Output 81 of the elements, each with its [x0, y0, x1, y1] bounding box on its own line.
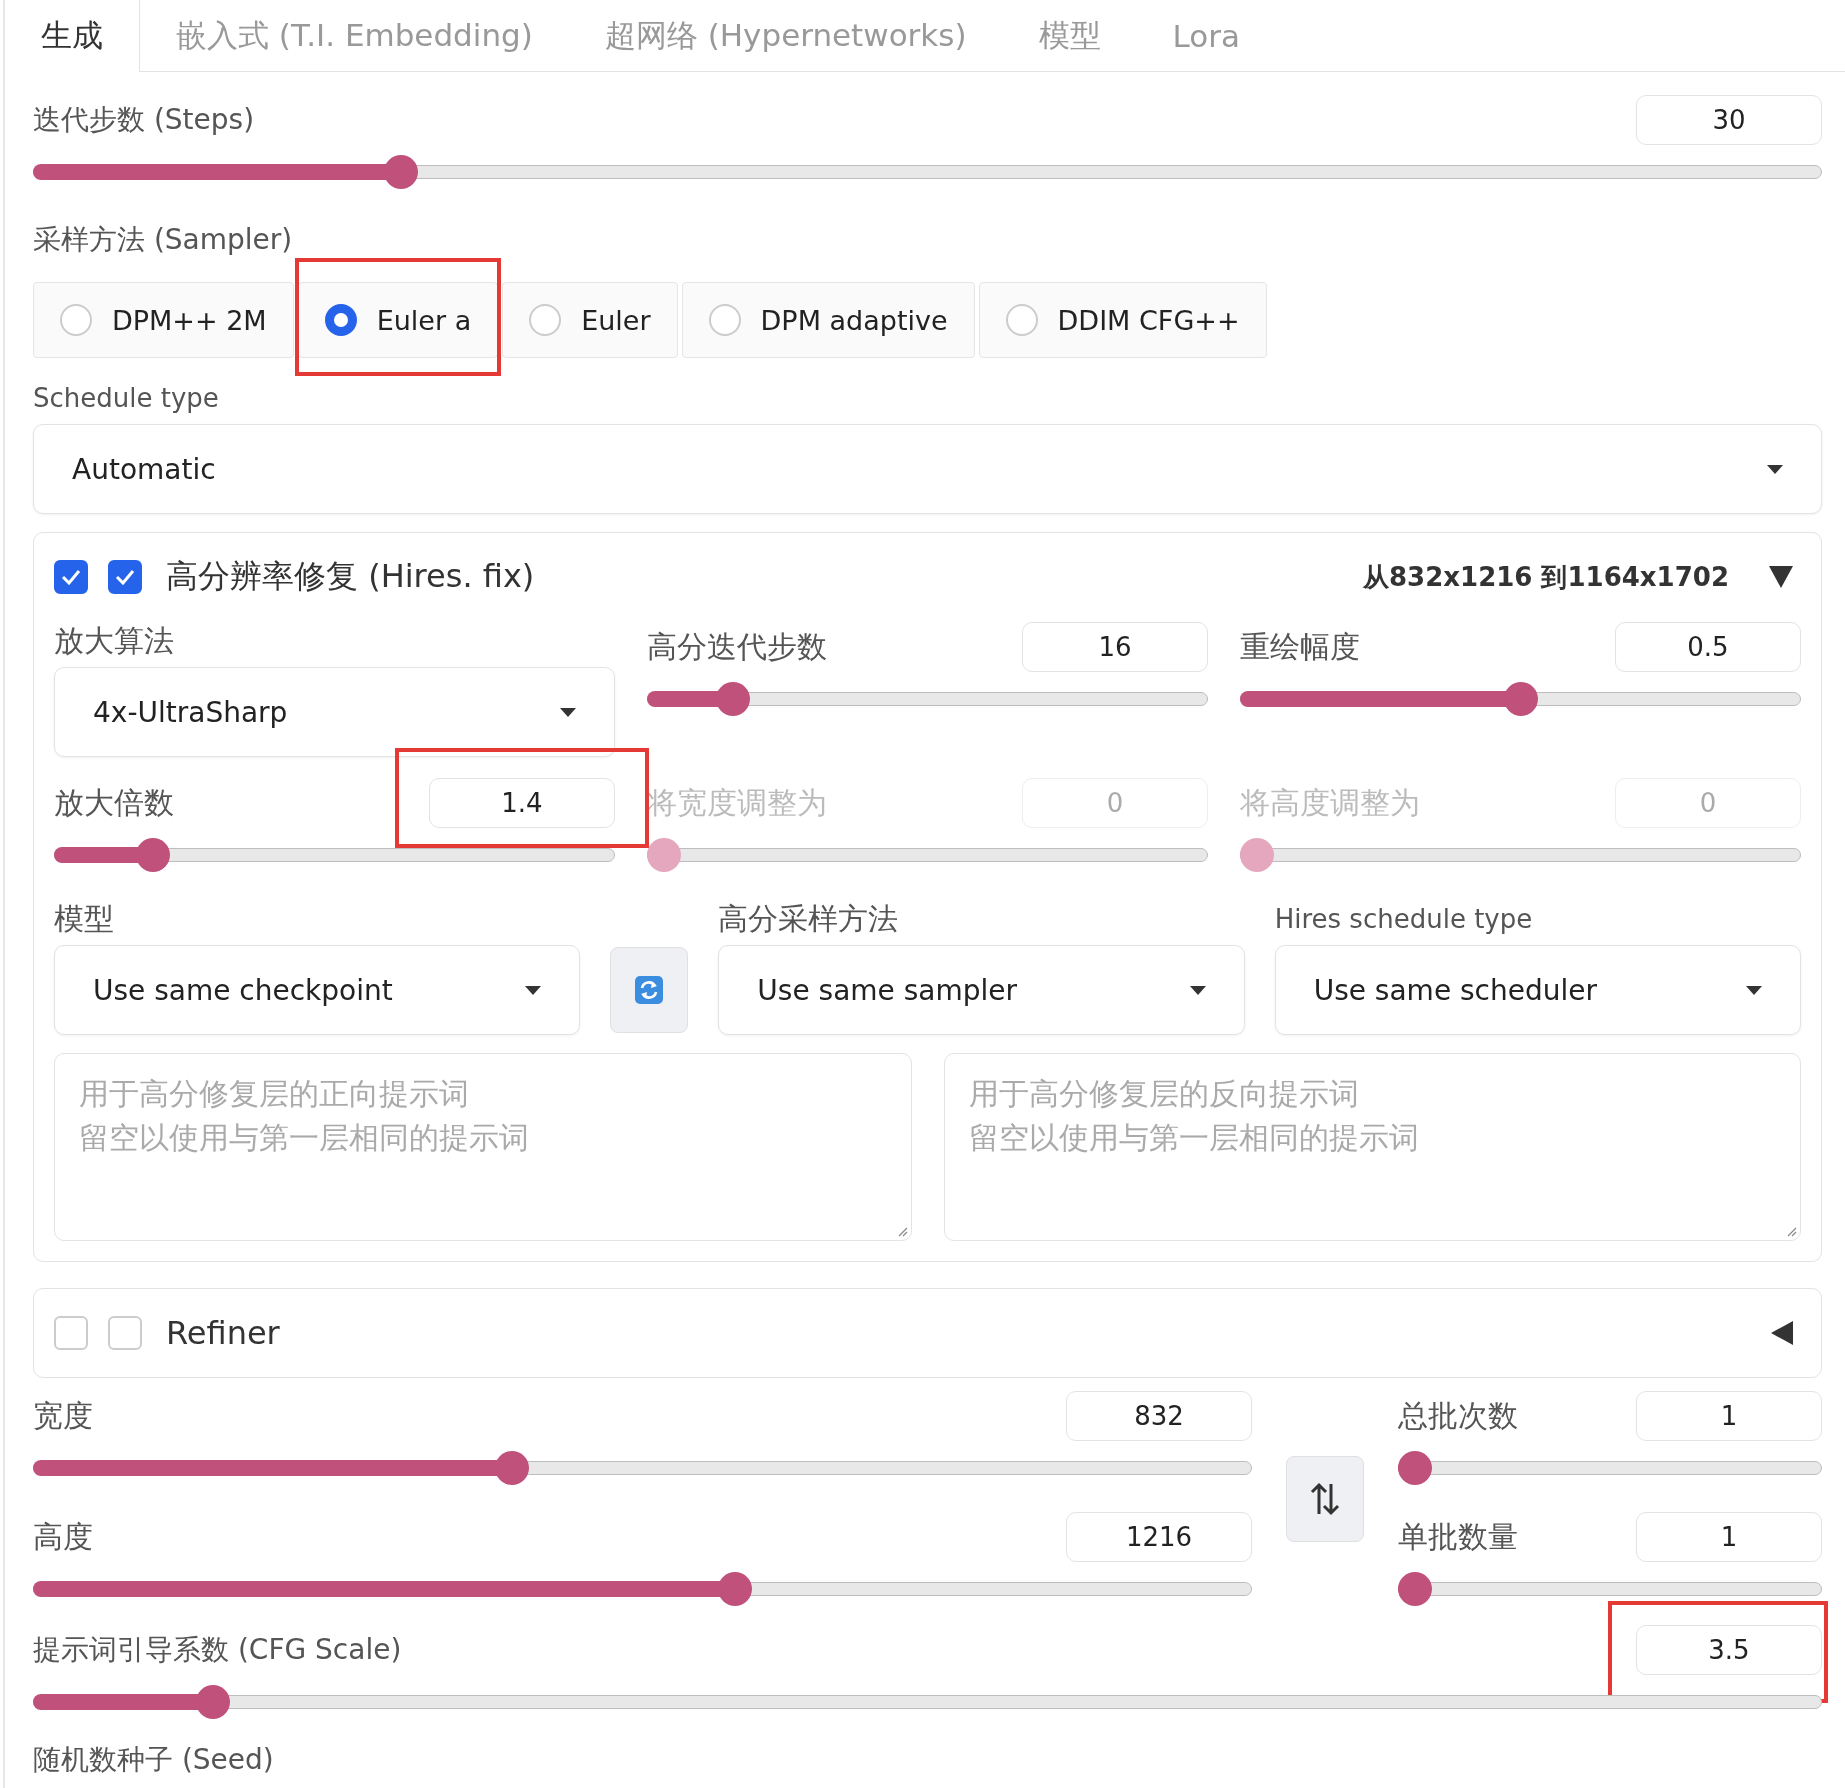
caret-down-icon	[1189, 985, 1206, 995]
number-input[interactable]: 832	[1066, 1391, 1252, 1441]
dropdown[interactable]: Use same sampler	[718, 945, 1245, 1035]
resolution-summary: 从832x1216 到1164x1702	[1361, 560, 1729, 594]
resize-grip-icon[interactable]	[897, 1227, 908, 1237]
slider[interactable]	[33, 1450, 1252, 1486]
slider-handle[interactable]	[196, 1685, 231, 1719]
slider-handle[interactable]	[384, 155, 418, 189]
field-label: Hires schedule type	[1274, 903, 1534, 936]
placeholder-text: 留空以使用与第一层相同的提示词	[79, 1119, 529, 1157]
slider-handle[interactable]	[495, 1451, 530, 1485]
slider-handle[interactable]	[1503, 682, 1538, 716]
checkbox[interactable]	[108, 560, 142, 594]
field-label: 模型	[54, 900, 115, 938]
number-input[interactable]: 16	[1022, 622, 1208, 672]
refresh-icon	[634, 975, 665, 1005]
slider-handle[interactable]	[135, 838, 170, 872]
field-label: 总批次数	[1398, 1397, 1518, 1435]
number-input[interactable]: 1	[1636, 1391, 1822, 1441]
caret-down-icon	[560, 707, 576, 717]
number-input[interactable]: 1	[1636, 1512, 1822, 1562]
swap-dimensions-button[interactable]	[1286, 1455, 1364, 1542]
placeholder-text: 留空以使用与第一层相同的提示词	[968, 1119, 1419, 1157]
slider[interactable]	[1240, 681, 1801, 717]
caret-left-icon[interactable]	[1771, 1321, 1793, 1345]
number-input[interactable]: 1216	[1066, 1512, 1252, 1562]
field-label: 将宽度调整为	[647, 784, 827, 822]
number-input[interactable]: 0.5	[1615, 622, 1801, 672]
dropdown[interactable]: Use same scheduler	[1274, 945, 1801, 1035]
slider[interactable]	[647, 837, 1208, 873]
number-input[interactable]: 1.4	[429, 778, 615, 828]
section-title: 高分辨率修复 (Hires. fix)	[166, 556, 535, 597]
slider-handle[interactable]	[1398, 1451, 1432, 1485]
dropdown[interactable]: 4x-UltraSharp	[54, 667, 615, 757]
slider-handle[interactable]	[717, 1572, 752, 1606]
slider[interactable]	[1240, 837, 1801, 873]
checkmark-icon	[115, 569, 135, 585]
caret-down-icon	[1746, 985, 1762, 995]
field-label: 宽度	[33, 1397, 93, 1435]
caret-down-icon[interactable]	[1769, 566, 1793, 588]
radio-option[interactable]: DPM adaptive	[681, 282, 975, 358]
field-label: 放大倍数	[54, 784, 174, 822]
resize-grip-icon[interactable]	[1787, 1227, 1797, 1237]
field-label: 单批数量	[1398, 1518, 1518, 1556]
slider[interactable]	[33, 1684, 1822, 1720]
caret-down-icon	[1767, 464, 1783, 474]
field-label: Schedule type	[33, 382, 220, 415]
placeholder-text: 用于高分修复层的反向提示词	[968, 1075, 1359, 1113]
field-label: 放大算法	[54, 623, 174, 658]
slider[interactable]	[1398, 1571, 1822, 1607]
field-label: 采样方法 (Sampler)	[33, 222, 294, 258]
slider[interactable]	[54, 837, 615, 873]
slider[interactable]	[1398, 1450, 1822, 1486]
slider-handle[interactable]	[715, 682, 750, 716]
field-label: 高度	[33, 1518, 93, 1556]
slider[interactable]	[33, 1571, 1252, 1607]
radio-option[interactable]: DDIM CFG++	[978, 282, 1267, 358]
placeholder-text: 用于高分修复层的正向提示词	[79, 1075, 469, 1113]
swap-arrows-icon	[1310, 1481, 1340, 1516]
slider[interactable]	[33, 154, 1822, 190]
field-label: 随机数种子 (Seed)	[33, 1742, 275, 1778]
number-input[interactable]: 30	[1636, 95, 1822, 145]
field-label: 重绘幅度	[1240, 628, 1360, 666]
field-label: 高分采样方法	[718, 900, 900, 938]
field-label: 迭代步数 (Steps)	[33, 102, 255, 138]
section-title: Refiner	[166, 1314, 280, 1352]
caret-down-icon	[525, 985, 542, 995]
dropdown[interactable]: Use same checkpoint	[54, 945, 581, 1035]
slider-handle[interactable]	[1398, 1572, 1432, 1606]
radio-option[interactable]: Euler a	[297, 282, 499, 358]
number-input[interactable]: 3.5	[1636, 1625, 1822, 1675]
checkbox[interactable]	[54, 560, 88, 594]
field-label: 将高度调整为	[1240, 784, 1420, 822]
dropdown[interactable]: Automatic	[33, 424, 1822, 514]
field-label: 高分迭代步数	[647, 628, 827, 666]
radio-option[interactable]: Euler	[502, 282, 678, 358]
checkmark-icon	[61, 569, 81, 585]
slider[interactable]	[647, 681, 1208, 717]
refresh-button[interactable]	[610, 947, 689, 1033]
field-label: 提示词引导系数 (CFG Scale)	[33, 1632, 402, 1668]
radio-option[interactable]: DPM++ 2M	[33, 282, 294, 358]
